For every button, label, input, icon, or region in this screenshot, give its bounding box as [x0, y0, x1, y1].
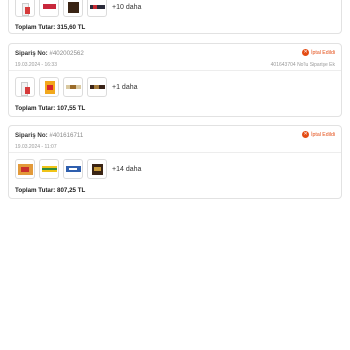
product-thumbnail: [39, 0, 59, 17]
product-thumbnail: [87, 159, 107, 179]
more-items-count: +14 daha: [112, 165, 142, 173]
product-thumbnail: [15, 0, 35, 17]
order-number-value: #402002562: [49, 50, 84, 57]
product-thumbnail: [63, 159, 83, 179]
order-number-label: Sipariş No:: [15, 50, 48, 57]
divider: [9, 152, 341, 153]
order-number-value: #401616711: [49, 132, 84, 139]
cancelled-icon: ✕: [302, 49, 310, 56]
order-date: 19.03.2024 - 16:33: [15, 62, 57, 68]
product-thumbnail: [15, 159, 35, 179]
product-thumbnails: +1 daha: [15, 77, 138, 97]
order-number: Sipariş No: #402002562: [15, 50, 84, 57]
order-total: Toplam Tutar: 107,55 TL: [15, 105, 86, 112]
status-text: İptal Edildi: [311, 49, 335, 56]
product-thumbnails: +10 daha: [15, 0, 141, 17]
product-thumbnail: [87, 0, 107, 17]
status-text: İptal Edildi: [311, 131, 335, 138]
order-number-label: Sipariş No:: [15, 132, 48, 139]
order-total: Toplam Tutar: 807,25 TL: [15, 187, 86, 194]
order-card[interactable]: Sipariş No: #401616711 ✕ İptal Edildi 19…: [8, 125, 342, 199]
product-thumbnail: [39, 77, 59, 97]
product-thumbnail: [63, 77, 83, 97]
order-reference: 401643704 No'lu Siparişe Ek: [270, 62, 335, 68]
order-card[interactable]: +10 daha Toplam Tutar: 315,60 TL: [8, 0, 342, 34]
divider: [9, 70, 341, 71]
order-total: Toplam Tutar: 315,60 TL: [15, 24, 86, 31]
product-thumbnail: [15, 77, 35, 97]
product-thumbnails: +14 daha: [15, 159, 141, 179]
status-badge: ✕ İptal Edildi: [302, 131, 335, 138]
order-number: Sipariş No: #401616711: [15, 132, 83, 139]
product-thumbnail: [87, 77, 107, 97]
cancelled-icon: ✕: [302, 131, 310, 138]
order-date: 19.03.2024 - 11:07: [15, 144, 57, 150]
status-badge: ✕ İptal Edildi: [302, 49, 335, 56]
order-card[interactable]: Sipariş No: #402002562 ✕ İptal Edildi 19…: [8, 43, 342, 117]
product-thumbnail: [39, 159, 59, 179]
product-thumbnail: [63, 0, 83, 17]
more-items-count: +1 daha: [112, 83, 138, 91]
more-items-count: +10 daha: [112, 3, 142, 11]
